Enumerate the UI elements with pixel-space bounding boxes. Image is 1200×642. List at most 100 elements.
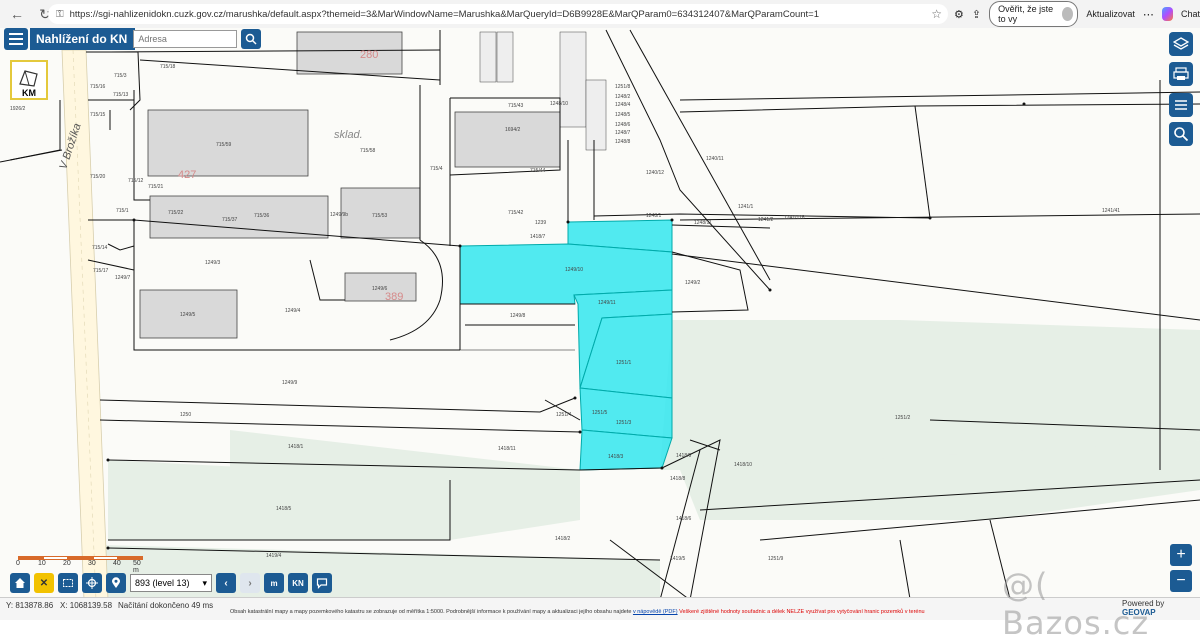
building-number-280: 280: [360, 49, 378, 61]
crosshair-icon: [86, 577, 98, 589]
star-icon[interactable]: ☆: [931, 7, 942, 21]
parcel-number-label: 1240/12: [646, 170, 664, 176]
parcel-number-label: 1249/9b: [330, 212, 348, 218]
printer-icon: [1173, 67, 1189, 80]
parcel-number-label: 1241/1: [738, 204, 754, 210]
building-number-427: 427: [178, 169, 196, 181]
scale-level-select[interactable]: 893 (level 13) ▾: [130, 574, 212, 592]
identify-button[interactable]: [1169, 122, 1193, 146]
verify-profile-button[interactable]: Ověřit, že jste to vy: [989, 1, 1079, 27]
parcel-number-label: 1418/10: [734, 462, 752, 468]
home-button[interactable]: [10, 573, 30, 593]
search-button[interactable]: [241, 29, 262, 49]
share-icon[interactable]: ⇪: [972, 8, 981, 21]
layers-button[interactable]: [1169, 32, 1193, 56]
parcel-number-label: 1419/5: [670, 556, 686, 562]
notice-text: Obsah katastrální mapy a mapy pozemkovéh…: [230, 609, 632, 615]
feedback-button[interactable]: [312, 573, 332, 593]
more-menu-icon[interactable]: ⋯: [1143, 8, 1154, 21]
cadastral-map[interactable]: 280 427 389 sklad. V Brožíka 1926/2 715/…: [0, 28, 1200, 599]
parcel-number-label: 1418/5: [276, 506, 292, 512]
parcel-number-label: 715/53: [372, 213, 388, 219]
parcel-number-label: 1418/1: [288, 444, 304, 450]
clear-selection-button[interactable]: ✕: [34, 573, 54, 593]
kn-info-button[interactable]: KN: [288, 573, 308, 593]
parcel-number-label: 1248/1: [646, 213, 662, 219]
hamburger-menu-icon[interactable]: [4, 28, 28, 50]
parcel-number-label: 1251/5: [592, 410, 608, 416]
copilot-icon[interactable]: [1161, 7, 1173, 21]
parcel-number-label: 715/44: [530, 168, 546, 174]
parcel-map-icon: [19, 70, 38, 87]
marker-button[interactable]: [106, 573, 126, 593]
print-button[interactable]: [1169, 62, 1193, 86]
x-coordinate: X: 1068139.58: [60, 601, 113, 610]
selected-parcels[interactable]: [459, 219, 673, 471]
home-icon: [15, 578, 25, 588]
next-view-button[interactable]: ›: [240, 573, 260, 593]
site-info-icon[interactable]: ⚿: [56, 9, 64, 20]
address-search-input[interactable]: [133, 30, 238, 48]
km-map-layer-button[interactable]: KM: [10, 60, 48, 100]
parcel-number-label: 1249/3: [205, 260, 221, 266]
zoom-box-button[interactable]: [58, 573, 78, 593]
magnifier-icon: [1174, 127, 1189, 142]
parcel-number-label: 715/1: [116, 208, 129, 214]
avatar: [1062, 7, 1074, 21]
parcel-number-label: 1249/10: [565, 267, 583, 273]
parcel-number-label: 1419/4: [266, 553, 282, 559]
chevron-right-icon: ›: [248, 577, 252, 589]
legend-button[interactable]: [1169, 93, 1193, 117]
parcel-number-label: 1418/11: [498, 446, 516, 452]
parcel-number-label: 715/16: [90, 84, 106, 90]
help-link[interactable]: v nápovědě (PDF): [633, 609, 678, 615]
parcel-number-label: 715/58: [360, 148, 376, 154]
map-canvas[interactable]: 280 427 389 sklad. V Brožíka 1926/2 715/…: [0, 28, 1200, 599]
update-button[interactable]: Aktualizovat: [1086, 9, 1135, 19]
scale-bar: 0 10 20 30 40 50 m: [16, 556, 143, 574]
scale-label: 40: [113, 560, 121, 567]
parcel-number-label: 1248/2: [615, 94, 631, 100]
parcel-number-label: 1248/6: [615, 122, 631, 128]
parcel-number-label: 1251/3: [616, 420, 632, 426]
parcel-number-label: 1418/6: [676, 516, 692, 522]
sklad-label: sklad.: [334, 129, 363, 141]
chat-label[interactable]: Chat: [1181, 9, 1200, 19]
address-bar[interactable]: ⚿ https://sgi-nahlizenidokn.cuzk.gov.cz/…: [48, 4, 948, 24]
measure-label: m: [270, 578, 278, 588]
parcel-number-label: 715/12: [128, 178, 144, 184]
scale-label: 0: [16, 560, 20, 567]
parcel-number-label: 1248/10: [550, 101, 568, 107]
parcel-number-label: 1249/2: [685, 280, 701, 286]
level-label: 893 (level 13): [135, 578, 190, 588]
parcel-number-label: 1249/11: [598, 300, 616, 306]
parcel-number-label: 1249/7: [115, 275, 131, 281]
previous-view-button[interactable]: ‹: [216, 573, 236, 593]
parcel-number-label: 715/59: [216, 142, 232, 148]
parcel-number-label: 715/20: [90, 174, 106, 180]
scale-label: 20: [63, 560, 71, 567]
chevron-left-icon: ‹: [224, 577, 228, 589]
list-icon: [1175, 100, 1187, 110]
parcel-number-label: 715/4: [430, 166, 443, 172]
parcel-number-label: 1249/8: [510, 313, 526, 319]
parcel-number-label: 1239: [535, 220, 546, 226]
back-arrow-icon[interactable]: ←: [6, 3, 28, 25]
zoom-in-button[interactable]: +: [1170, 544, 1192, 566]
chevron-down-icon: ▾: [202, 577, 207, 588]
extension-icon[interactable]: ⚙: [954, 8, 964, 21]
parcel-number-label: 1694/2: [505, 127, 521, 133]
map-notice: Obsah katastrální mapy a mapy pozemkovéh…: [230, 609, 925, 615]
parcel-number-label: 715/21: [148, 184, 164, 190]
scale-label: 10: [38, 560, 46, 567]
warning-text: Veškeré zjištěné hodnoty souřadnic a dél…: [679, 609, 925, 615]
close-icon: ✕: [39, 577, 49, 589]
locate-button[interactable]: [82, 573, 102, 593]
building-number-389: 389: [385, 291, 403, 303]
parcel-number-label: 715/22: [168, 210, 184, 216]
measure-button[interactable]: m: [264, 573, 284, 593]
parcel-number-label: 715/43: [508, 103, 524, 109]
parcel-number-label: 1241/118: [784, 215, 805, 221]
search-icon: [246, 33, 257, 45]
parcel-number-label: 1251/2: [895, 415, 911, 421]
